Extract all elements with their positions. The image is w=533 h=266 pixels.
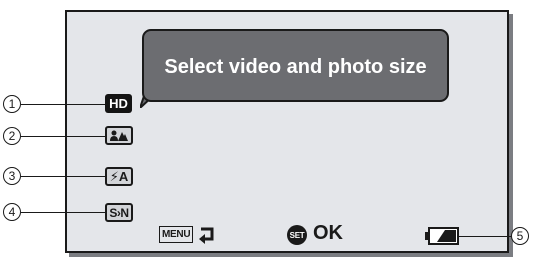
callout-2: 2 — [3, 127, 21, 145]
ok-label: OK — [313, 222, 343, 244]
callout-3: 3 — [3, 167, 21, 185]
help-tooltip: Select video and photo size — [142, 29, 449, 102]
callout-5: 5 — [511, 227, 529, 245]
tooltip-text: Select video and photo size — [164, 56, 427, 78]
scene-select-icon — [105, 126, 133, 145]
set-button: SET — [287, 225, 307, 245]
leader-line-2 — [21, 136, 105, 137]
callout-1: 1 — [3, 95, 21, 113]
flash-auto-icon: ⚡A — [105, 167, 133, 186]
portrait-mountain-icon — [110, 130, 128, 141]
leader-line-3 — [21, 176, 105, 177]
leader-line-1 — [21, 104, 105, 105]
callout-4: 4 — [3, 203, 21, 221]
hd-video-size-icon: HD — [105, 94, 132, 113]
leader-line-4 — [21, 212, 105, 213]
battery-icon — [425, 227, 459, 245]
noise-reduction-icon: S›N — [105, 203, 133, 222]
leader-line-5 — [459, 236, 511, 237]
return-arrow-icon — [199, 227, 214, 244]
menu-button: MENU — [159, 226, 194, 243]
